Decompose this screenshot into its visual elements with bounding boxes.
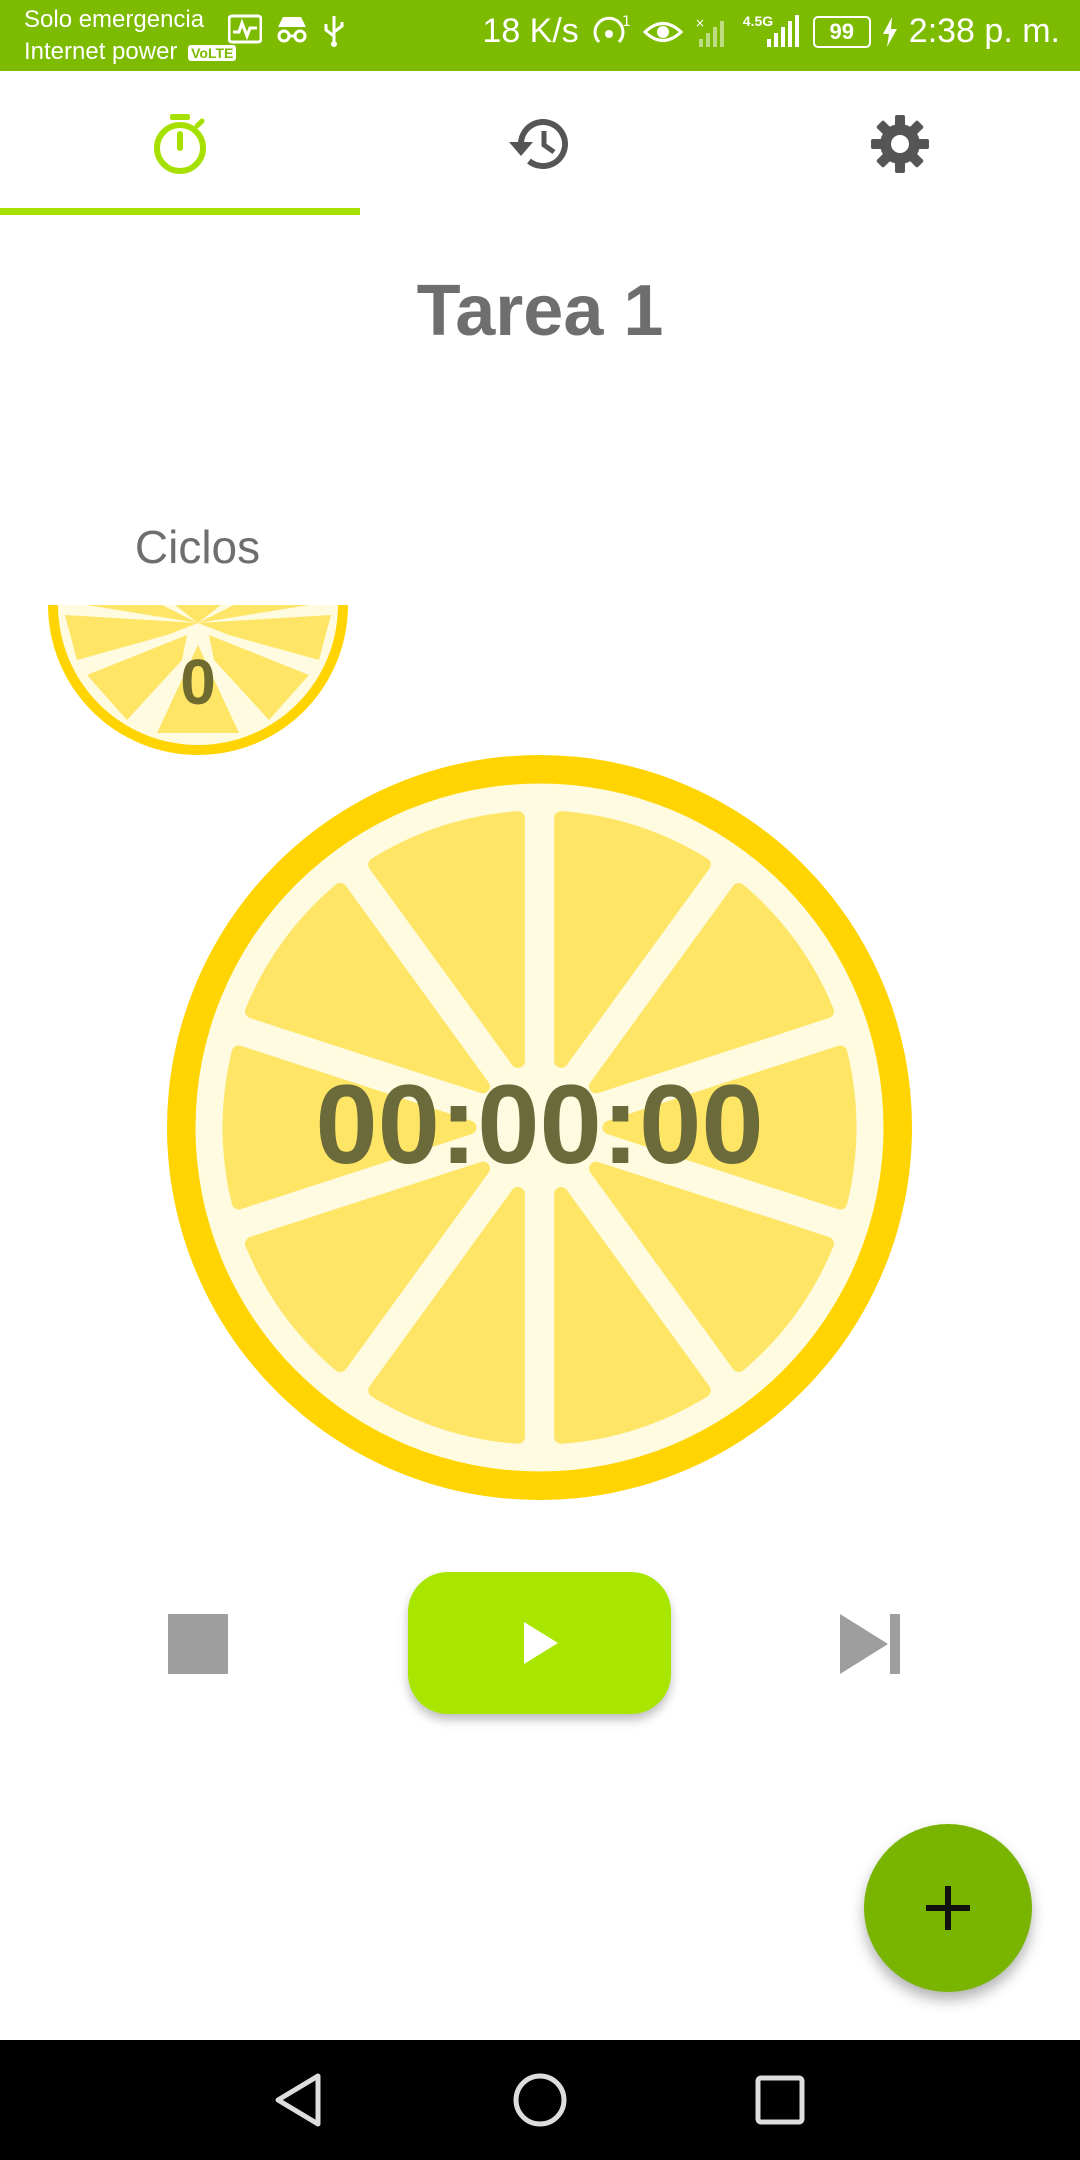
cycles-label: Ciclos (134, 521, 261, 573)
carrier-line-2: Internet power (24, 38, 178, 65)
play-icon (523, 1622, 558, 1664)
history-icon (509, 119, 568, 170)
tab-history[interactable] (360, 71, 720, 217)
system-nav-bar (0, 2040, 1080, 2160)
signal-sim1-icon: × (695, 16, 724, 47)
svg-text:×: × (695, 16, 705, 30)
usb-icon (324, 16, 344, 47)
tab-timer[interactable] (0, 71, 360, 217)
gear-icon (871, 115, 929, 173)
carrier-line-1: Solo emergencia (24, 6, 205, 33)
tab-indicator (0, 208, 360, 215)
carrier-info: Solo emergencia Internet power VoLTE (24, 4, 237, 69)
notification-icons (228, 14, 346, 48)
network-speed: 18 K/s (482, 12, 579, 50)
stopwatch-icon (154, 114, 206, 174)
cycles-count: 0 (180, 646, 216, 718)
clock: 2:38 p. m. (908, 12, 1060, 50)
tab-settings[interactable] (720, 71, 1080, 217)
battery-indicator: 99 (812, 15, 871, 48)
plus-icon (926, 1886, 970, 1930)
recents-button[interactable] (750, 2070, 810, 2130)
signal-sim2-icon (766, 14, 799, 47)
svg-text:1: 1 (622, 14, 631, 30)
incognito-icon (277, 17, 307, 43)
status-right: 18 K/s 1 × 4.5G 99 2:38 p. m. (482, 12, 1060, 51)
play-button[interactable] (408, 1572, 671, 1714)
signal-sim2: 4.5G (743, 13, 801, 49)
hotspot-icon: 1 (593, 14, 631, 43)
task-title: Tarea 1 (416, 271, 664, 351)
add-task-button[interactable] (864, 1824, 1032, 1992)
charging-icon (882, 16, 897, 47)
eye-icon (642, 21, 683, 42)
back-button[interactable] (270, 2070, 330, 2130)
home-button[interactable] (510, 2070, 570, 2130)
status-bar: Solo emergencia Internet power VoLTE 18 … (0, 0, 1080, 71)
timer-display: 00:00:00 (315, 1062, 764, 1187)
skip-next-button[interactable] (838, 1612, 902, 1676)
tab-bar (0, 71, 1080, 217)
carrier-line-2-row: Internet power VoLTE (24, 36, 237, 69)
activity-icon (228, 14, 262, 44)
stop-button[interactable] (168, 1614, 228, 1674)
